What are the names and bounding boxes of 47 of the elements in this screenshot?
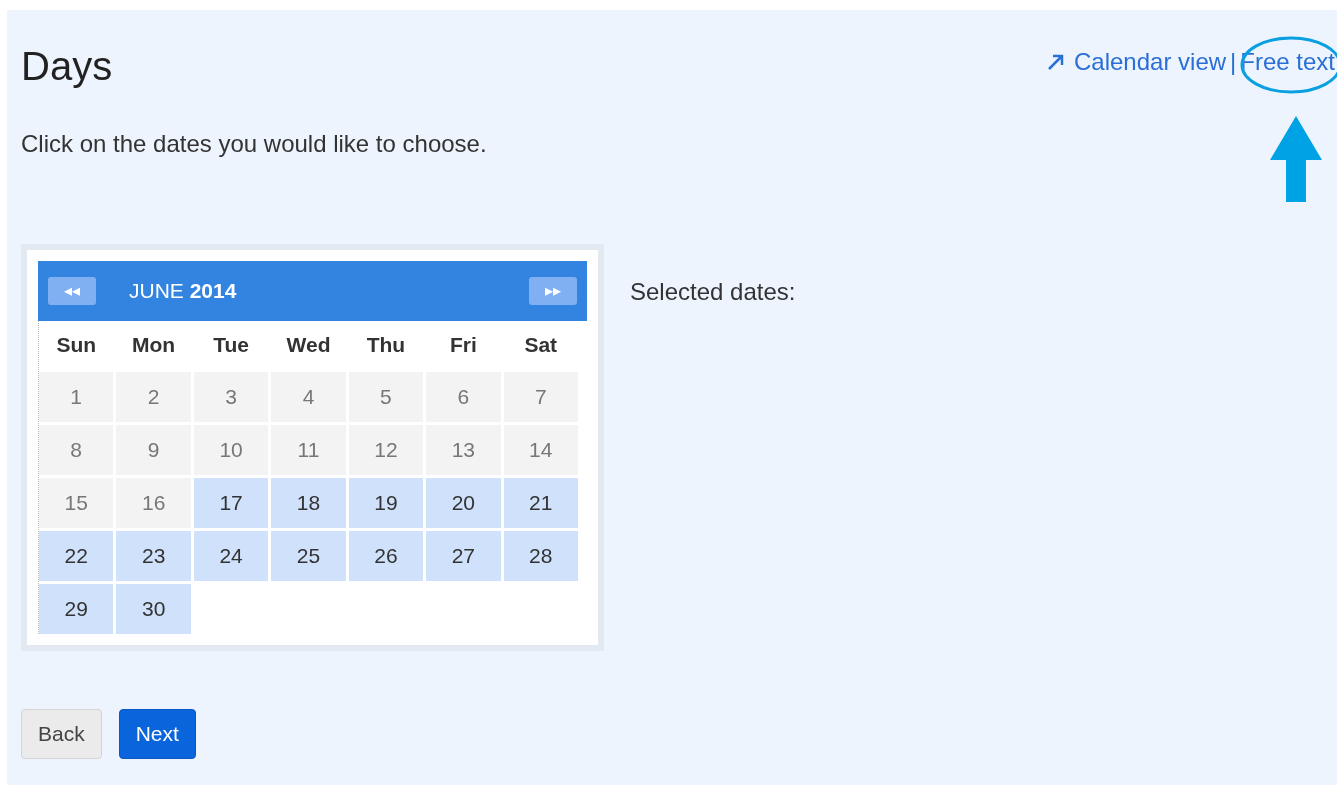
page-title: Days [21, 46, 113, 86]
day-cell[interactable]: 26 [348, 531, 424, 581]
day-cell[interactable]: 20 [426, 478, 501, 528]
weekday-header: Sun [55, 332, 98, 359]
day-cell[interactable]: 17 [193, 478, 269, 528]
instructions-text: Click on the dates you would like to choose. [21, 129, 488, 159]
day-cell[interactable]: 30 [116, 584, 191, 634]
day-cell: 8 [39, 425, 114, 475]
day-cell: 5 [348, 372, 424, 422]
weekday-header: Mon [131, 332, 177, 359]
day-cell[interactable]: 19 [348, 478, 424, 528]
day-cell: 3 [193, 372, 269, 422]
link-separator: | [1230, 47, 1237, 77]
day-cell: 14 [503, 425, 578, 475]
up-arrow-icon [1270, 116, 1322, 202]
day-cell[interactable]: 18 [271, 478, 346, 528]
weekday-header: Sat [523, 332, 559, 359]
day-cell[interactable]: 22 [39, 531, 114, 581]
day-cell[interactable]: 24 [193, 531, 269, 581]
day-cell[interactable]: 23 [116, 531, 191, 581]
day-cell: 4 [271, 372, 346, 422]
day-cell: 11 [271, 425, 346, 475]
selected-dates-label: Selected dates: [630, 277, 796, 307]
day-cell: 15 [39, 478, 114, 528]
day-cell: 9 [116, 425, 191, 475]
day-cell[interactable]: 28 [503, 531, 578, 581]
day-cell[interactable]: 27 [426, 531, 501, 581]
day-cell: 16 [116, 478, 191, 528]
next-button[interactable]: Next [118, 709, 196, 759]
external-arrow-icon [1046, 52, 1066, 72]
day-cell: 1 [39, 372, 114, 422]
day-cell: 13 [426, 425, 501, 475]
day-cell: 10 [193, 425, 269, 475]
day-cell: 6 [426, 372, 501, 422]
back-button[interactable]: Back [21, 709, 102, 759]
weekday-header: Fri [448, 332, 478, 359]
weekday-header: Wed [285, 332, 332, 359]
day-cell: 7 [503, 372, 578, 422]
month-title: JUNE 2014 [129, 278, 237, 305]
weekday-header: Tue [212, 332, 250, 359]
day-cell[interactable]: 29 [39, 584, 114, 634]
day-cell: 12 [348, 425, 424, 475]
day-cell: 2 [116, 372, 191, 422]
day-cell[interactable]: 25 [271, 531, 346, 581]
day-cell[interactable]: 21 [503, 478, 578, 528]
calendar-view-link[interactable]: Calendar view [1074, 44, 1227, 80]
weekday-header: Thu [365, 332, 407, 359]
